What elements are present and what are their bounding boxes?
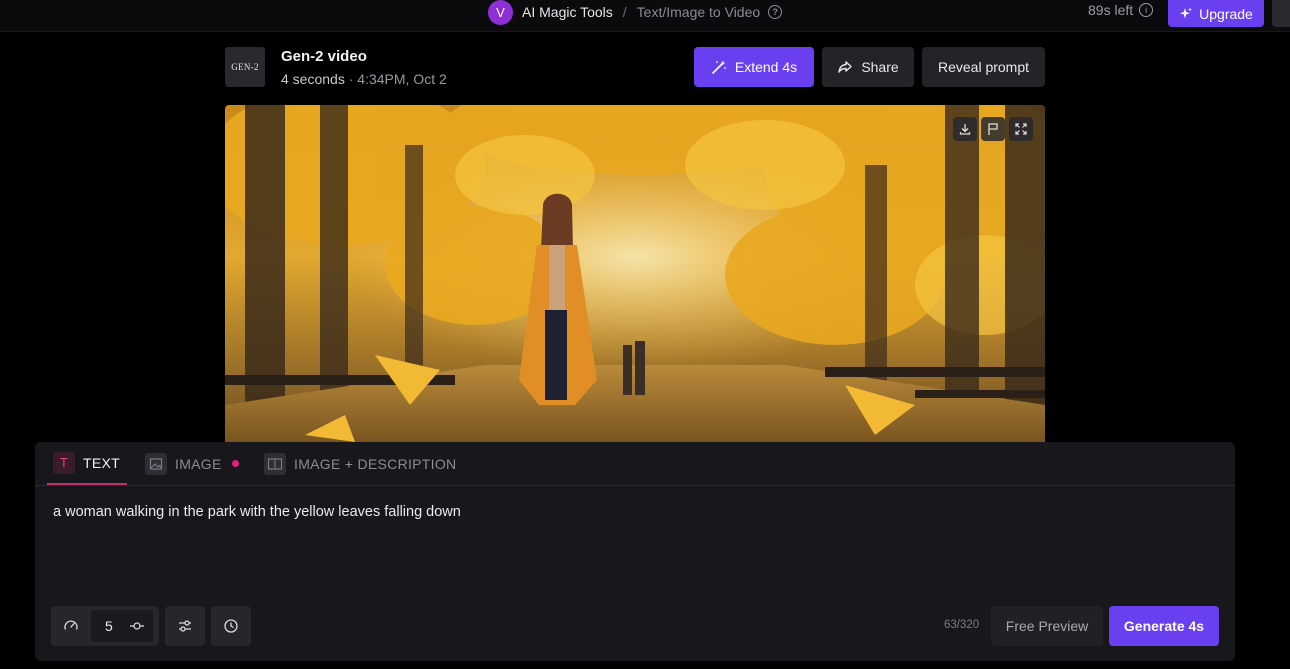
help-icon[interactable]: ? — [768, 5, 783, 19]
share-icon — [838, 61, 853, 73]
breadcrumb-separator: / — [622, 4, 627, 20]
magic-wand-icon — [712, 60, 726, 74]
video-meta: 4 seconds · 4:34PM, Oct 2 — [281, 71, 447, 87]
settings-button[interactable] — [165, 606, 205, 646]
flag-button[interactable] — [981, 117, 1005, 141]
info-icon[interactable]: i — [1139, 3, 1154, 17]
video-frame-image — [225, 105, 1045, 442]
sliders-icon — [179, 620, 191, 632]
avatar[interactable]: V — [488, 0, 513, 25]
motion-value: 5 — [105, 618, 113, 634]
breadcrumb-current-page: Text/Image to Video — [636, 4, 761, 20]
flag-icon — [988, 123, 998, 135]
input-mode-tabs: T TEXT IMAGE IMAGE + DESCRIPTION — [35, 442, 1235, 486]
motion-value-field[interactable]: 5 — [91, 610, 153, 642]
prompt-panel: T TEXT IMAGE IMAGE + DESCRIPTION a woman… — [35, 442, 1235, 661]
video-duration: 4 seconds — [281, 71, 345, 87]
upgrade-label: Upgrade — [1199, 5, 1253, 22]
fullscreen-icon — [1015, 123, 1027, 135]
tab-image-label: IMAGE — [175, 455, 222, 472]
reveal-prompt-label: Reveal prompt — [937, 59, 1030, 75]
duration-button[interactable] — [211, 606, 251, 646]
split-layout-icon — [264, 452, 286, 475]
motion-control: 5 — [51, 606, 159, 646]
download-icon — [959, 124, 971, 135]
tab-image-description[interactable]: IMAGE + DESCRIPTION — [264, 442, 456, 485]
tab-text[interactable]: T TEXT — [47, 442, 127, 485]
free-preview-button[interactable]: Free Preview — [991, 606, 1103, 646]
account-menu-button[interactable] — [1272, 0, 1290, 27]
download-button[interactable] — [953, 117, 977, 141]
sparkle-icon — [1180, 7, 1193, 18]
share-label: Share — [861, 59, 899, 75]
tab-image-description-label: IMAGE + DESCRIPTION — [294, 455, 457, 472]
generate-button[interactable]: Generate 4s — [1109, 606, 1219, 646]
extend-button[interactable]: Extend 4s — [694, 47, 814, 87]
upgrade-button[interactable]: Upgrade — [1168, 0, 1264, 27]
tab-image[interactable]: IMAGE — [145, 442, 239, 485]
prompt-textarea[interactable]: a woman walking in the park with the yel… — [53, 504, 461, 520]
top-bar: V AI Magic Tools / Text/Image to Video ?… — [0, 0, 1290, 32]
timer-icon — [224, 619, 238, 633]
slider-icon — [129, 622, 144, 630]
notification-dot — [231, 460, 239, 467]
video-header: GEN-2 Gen-2 video 4 seconds · 4:34PM, Oc… — [225, 47, 1045, 87]
meta-separator: · — [344, 71, 358, 87]
character-count: 63/320 — [944, 619, 980, 631]
breadcrumb: V AI Magic Tools / Text/Image to Video ? — [488, 0, 783, 25]
video-player[interactable] — [225, 105, 1045, 442]
speedometer-button[interactable] — [51, 606, 91, 646]
reveal-prompt-button[interactable]: Reveal prompt — [922, 47, 1045, 87]
fullscreen-button[interactable] — [1009, 117, 1033, 141]
image-icon — [145, 452, 167, 475]
video-title: Gen-2 video — [281, 48, 367, 65]
video-timestamp: 4:34PM, Oct 2 — [357, 71, 447, 87]
breadcrumb-tools-link[interactable]: AI Magic Tools — [522, 4, 613, 20]
text-icon: T — [53, 451, 75, 474]
tab-text-label: TEXT — [83, 454, 120, 471]
seconds-left: 89s left i — [1088, 2, 1154, 18]
video-thumbnail: GEN-2 — [225, 47, 265, 87]
seconds-left-text: 89s left — [1088, 2, 1134, 18]
extend-label: Extend 4s — [734, 59, 798, 75]
speedometer-icon — [64, 620, 78, 630]
share-button[interactable]: Share — [822, 47, 914, 87]
